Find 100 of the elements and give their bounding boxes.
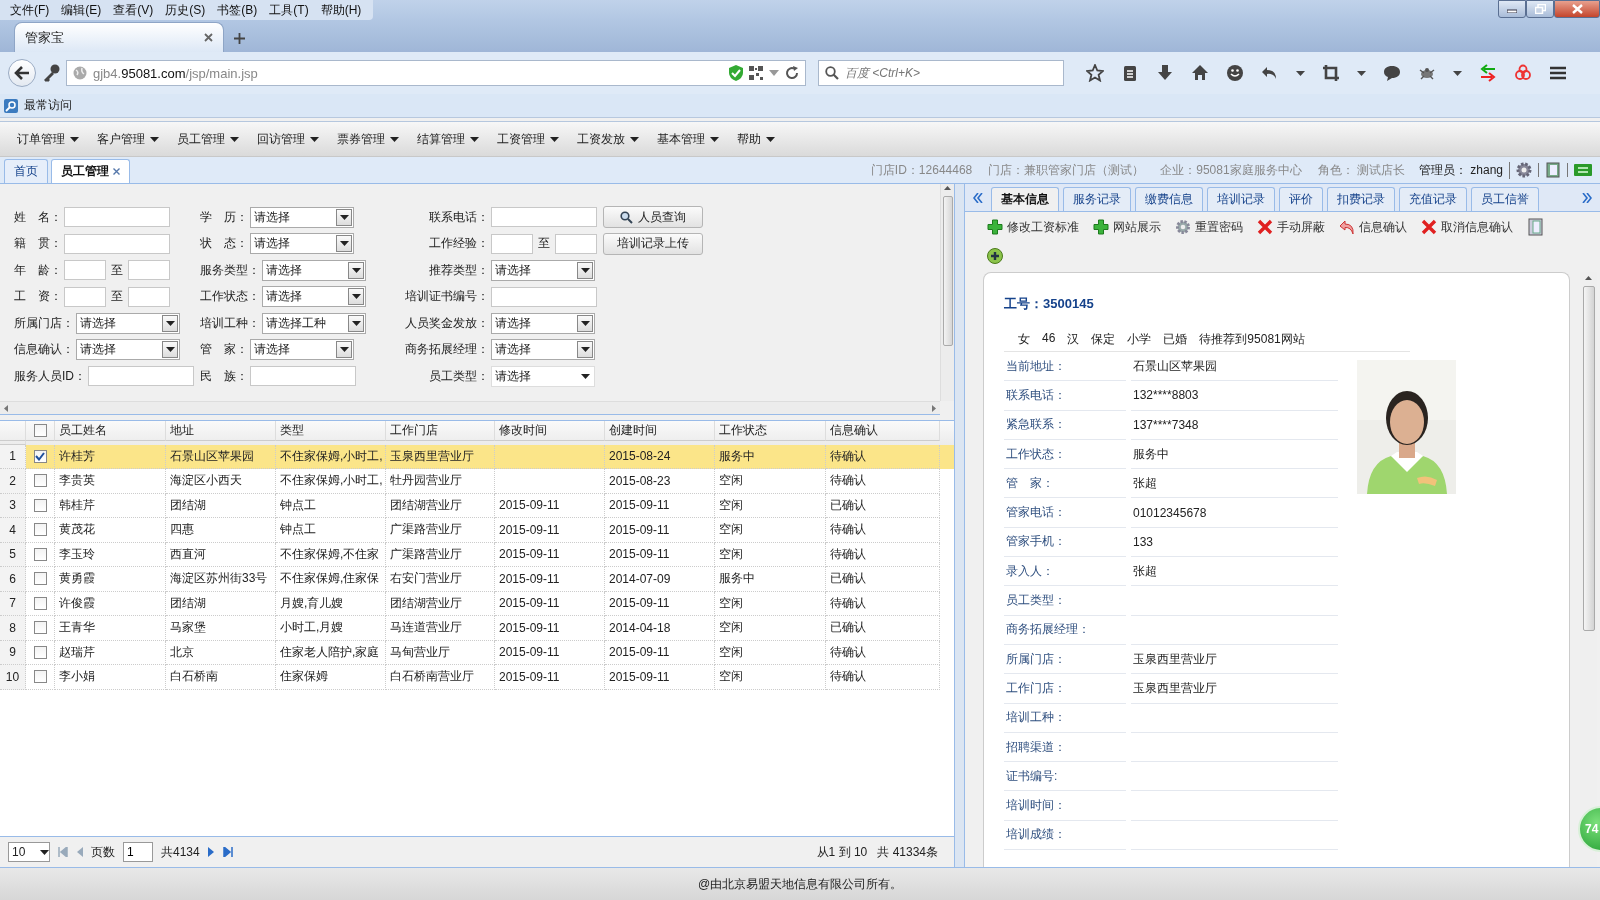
checkbox[interactable] (33, 474, 47, 488)
dropdown[interactable]: 请选择 (250, 233, 354, 255)
checkbox[interactable] (33, 572, 47, 586)
column-header[interactable]: 员工姓名 (55, 421, 166, 442)
input-field[interactable] (250, 366, 356, 387)
input-field[interactable] (64, 233, 170, 254)
checkbox[interactable] (33, 547, 47, 561)
menu-item[interactable]: 工具(T) (263, 1, 315, 19)
page-size-dropdown[interactable]: 10 (8, 842, 50, 862)
menu-item[interactable]: 查看(V) (107, 1, 160, 19)
checkbox[interactable] (33, 498, 47, 512)
menu-item[interactable]: 历史(S) (159, 1, 212, 19)
close-icon[interactable] (113, 168, 120, 175)
action-button[interactable]: 取消信息确认 (1421, 218, 1513, 236)
tab[interactable]: 服务记录 (1063, 187, 1131, 211)
smiley-icon[interactable] (1226, 64, 1244, 82)
checkbox[interactable] (33, 596, 47, 610)
table-row[interactable]: 10 李小娟 白石桥南 住家保姆 白石桥南营业厅 2015-09-11 2015-09-11 空闲 待确认 (0, 665, 954, 690)
table-row[interactable]: 5 李玉玲 西直河 不住家保姆,不住家 广渠路营业厅 2015-09-11 2015-09-11 空闲 待确认 (0, 542, 954, 567)
add-circle-icon[interactable] (987, 248, 1003, 264)
table-row[interactable]: 1 许桂芳 石景山区苹果园 不住家保姆,小时工, 玉泉西里营业厅 2015-08-24 服务中 待确认 (0, 444, 954, 469)
upload-button[interactable]: 培训记录上传 (603, 232, 703, 255)
scrollbar[interactable] (940, 184, 954, 401)
dropdown-icon[interactable] (1296, 70, 1305, 76)
menu-icon[interactable] (1549, 64, 1567, 82)
action-button[interactable]: 网站展示 (1093, 218, 1161, 236)
tab[interactable]: 基本信息 (991, 187, 1059, 211)
page-input[interactable]: 1 (123, 842, 153, 862)
tab[interactable]: 缴费信息 (1135, 187, 1203, 211)
sync-arrows-icon[interactable] (1479, 64, 1497, 82)
checkbox[interactable] (33, 523, 47, 537)
menu-item[interactable]: 客户管理 (88, 130, 168, 148)
input-field[interactable] (88, 366, 194, 387)
input-field[interactable] (555, 233, 597, 254)
search-field[interactable]: 百度 <Ctrl+K> (818, 60, 1064, 86)
input-field[interactable] (128, 286, 170, 307)
key-icon[interactable] (42, 64, 60, 82)
input-field[interactable] (491, 207, 597, 228)
checkbox[interactable] (33, 645, 47, 659)
dropdown[interactable]: 请选择 (262, 259, 366, 281)
minimize-button[interactable] (1498, 0, 1526, 18)
previous-page-icon[interactable] (76, 847, 83, 857)
browser-tab[interactable]: 管家宝 (14, 22, 224, 52)
table-row[interactable]: 8 王青华 马家堡 小时工,月嫂 马连道营业厅 2015-09-11 2014-04-18 空闲 已确认 (0, 616, 954, 641)
menu-item[interactable]: 书签(B) (211, 1, 264, 19)
address-book-icon[interactable] (1545, 162, 1561, 178)
tab[interactable]: 扣费记录 (1327, 187, 1395, 211)
action-button[interactable]: 修改工资标准 (987, 218, 1079, 236)
checkbox[interactable] (33, 621, 47, 635)
dropdown-icon[interactable] (1453, 70, 1462, 76)
dropdown[interactable]: 请选择 (76, 312, 180, 334)
tab[interactable]: 员工管理 (51, 159, 130, 183)
column-header[interactable]: 信息确认 (826, 421, 940, 442)
new-tab-icon[interactable] (234, 33, 245, 44)
bookmark-star-icon[interactable] (1086, 64, 1104, 82)
menu-item[interactable]: 文件(F) (4, 1, 56, 19)
input-field[interactable] (128, 260, 170, 281)
dropdown[interactable]: 请选择 (491, 339, 595, 361)
checkbox[interactable] (33, 670, 47, 684)
bookmark-link[interactable]: 最常访问 (24, 97, 72, 114)
menu-item[interactable]: 结算管理 (408, 130, 488, 148)
linked-circles-icon[interactable] (1514, 64, 1532, 82)
next-page-icon[interactable] (207, 847, 215, 857)
home-icon[interactable] (1191, 64, 1209, 82)
address-book-icon[interactable] (1527, 218, 1543, 236)
dropdown[interactable]: 请选择工种 (262, 312, 366, 334)
gear-icon[interactable] (1516, 162, 1532, 178)
crop-icon[interactable] (1322, 64, 1340, 82)
exit-icon[interactable] (1574, 164, 1592, 176)
download-icon[interactable] (1156, 64, 1174, 82)
tab[interactable]: 首页 (4, 159, 48, 183)
tab[interactable]: 评价 (1279, 187, 1323, 211)
table-row[interactable]: 2 李贵英 海淀区小西天 不住家保姆,小时工, 牡丹园营业厅 2015-08-23 空闲 待确认 (0, 469, 954, 494)
table-row[interactable]: 7 许俊霞 团结湖 月嫂,育儿嫂 团结湖营业厅 2015-09-11 2015-09-11 空闲 待确认 (0, 591, 954, 616)
input-field[interactable] (491, 233, 533, 254)
dropdown[interactable]: 请选择 (491, 365, 595, 387)
input-field[interactable] (491, 286, 597, 307)
menu-item[interactable]: 基本管理 (648, 130, 728, 148)
action-button[interactable]: 重置密码 (1175, 218, 1243, 236)
table-row[interactable]: 6 黄勇霞 海淀区苏州街33号 不住家保姆,住家保 右安门营业厅 2015-09-11 2014-07-09 服务中 已确认 (0, 567, 954, 592)
input-field[interactable] (64, 260, 106, 281)
first-page-icon[interactable] (58, 847, 68, 857)
dropdown[interactable]: 请选择 (491, 259, 595, 281)
checkbox[interactable] (33, 449, 47, 463)
checkbox[interactable] (33, 424, 47, 438)
menu-item[interactable]: 订单管理 (8, 130, 88, 148)
table-row[interactable]: 9 赵瑞芹 北京 住家老人陪护,家庭 马甸营业厅 2015-09-11 2015-09-11 空闲 待确认 (0, 640, 954, 665)
scrollbar[interactable] (0, 401, 940, 415)
back-button[interactable] (8, 59, 36, 87)
input-field[interactable] (64, 286, 106, 307)
close-icon[interactable] (204, 33, 213, 42)
close-button[interactable] (1554, 0, 1600, 18)
dropdown[interactable]: 请选择 (250, 339, 354, 361)
column-header[interactable]: 地址 (166, 421, 276, 442)
maximize-button[interactable] (1526, 0, 1554, 18)
input-field[interactable] (64, 207, 170, 228)
dropdown[interactable]: 请选择 (262, 286, 366, 308)
tab[interactable]: 培训记录 (1207, 187, 1275, 211)
menu-item[interactable]: 员工管理 (168, 130, 248, 148)
clipboard-icon[interactable] (1121, 64, 1139, 82)
